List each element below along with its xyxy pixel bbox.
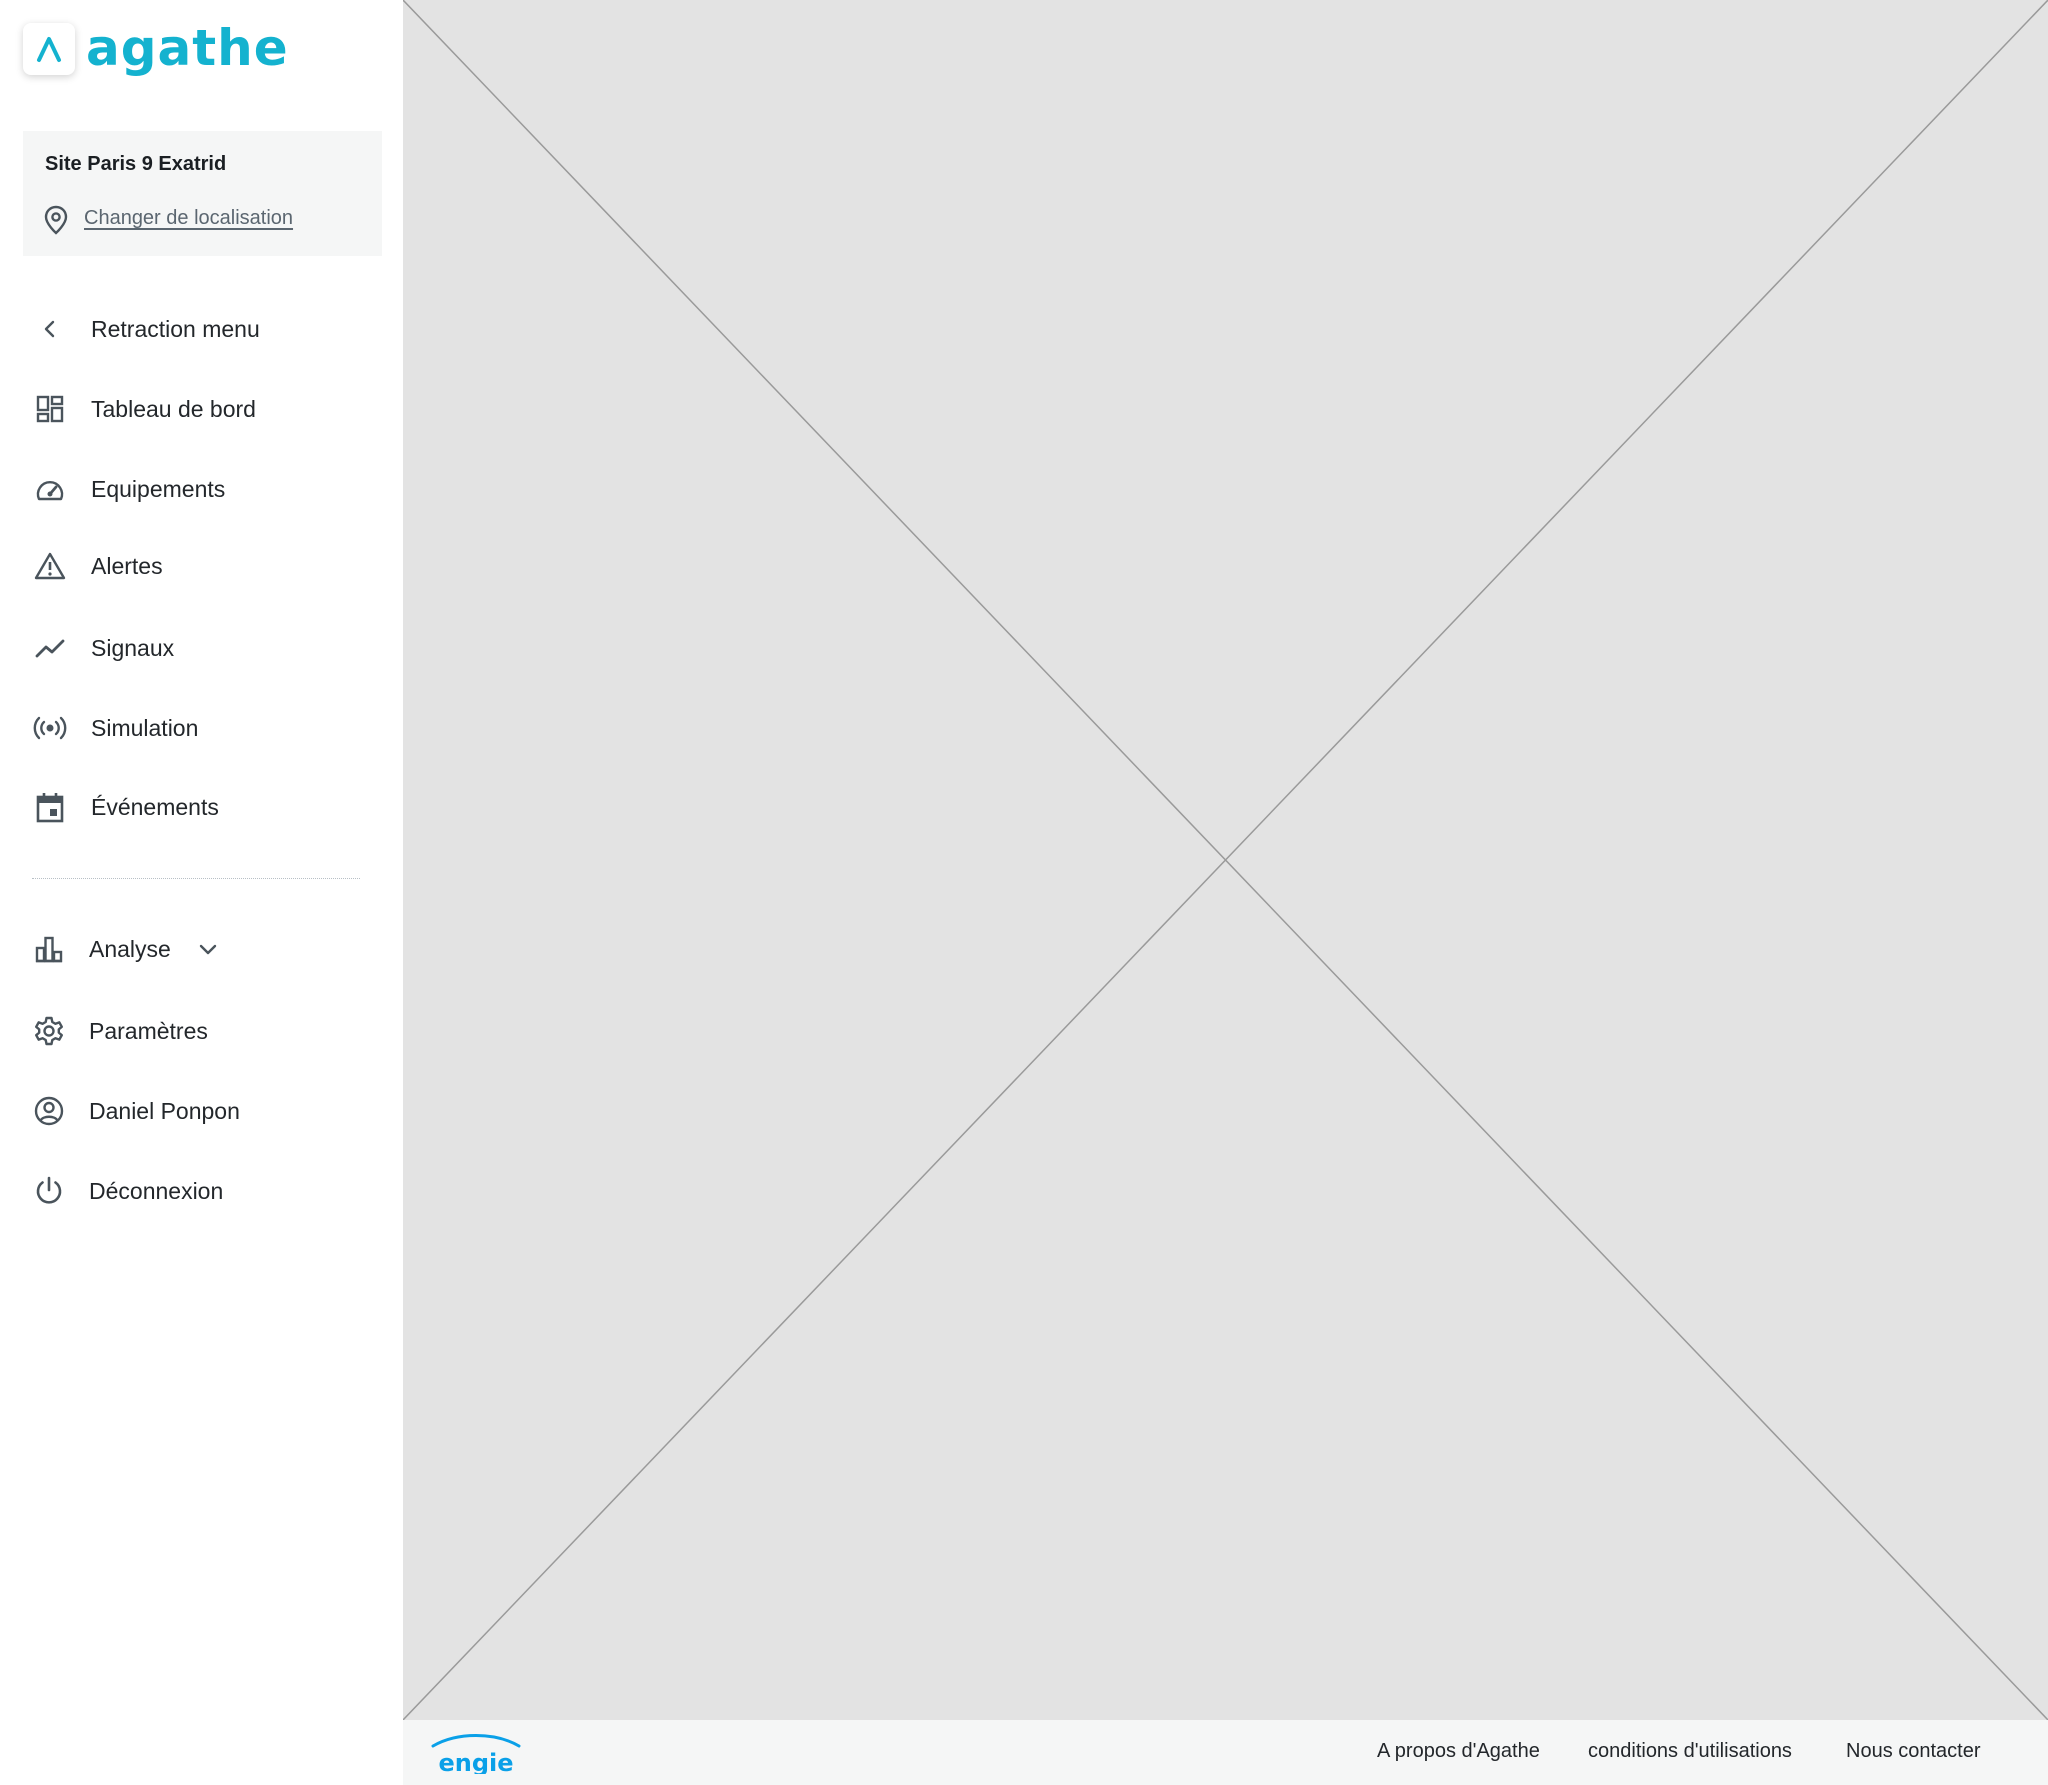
trend-icon [32, 630, 68, 666]
account-circle-icon [31, 1093, 67, 1129]
sidebar-item-analysis[interactable]: Analyse [0, 921, 380, 977]
location-pin-icon [41, 204, 71, 241]
nav-label-logout: Déconnexion [89, 1177, 224, 1204]
calendar-icon [32, 789, 68, 825]
agathe-logo-icon[interactable] [23, 23, 75, 75]
sidebar-item-signals[interactable]: Signaux [0, 620, 380, 676]
nav-label-analysis: Analyse [89, 935, 171, 962]
nav-label-events: Événements [91, 793, 219, 820]
nav-label-retraction: Retraction menu [91, 315, 260, 342]
engie-wordmark: engie [438, 1749, 513, 1774]
gauge-icon [32, 471, 68, 507]
nav-label-signals: Signaux [91, 634, 175, 661]
broadcast-icon [32, 710, 68, 746]
engie-logo[interactable]: engie [427, 1734, 525, 1779]
chevron-down-icon[interactable] [196, 937, 220, 966]
footer: engie A propos d'Agathe conditions d'uti… [403, 1720, 2048, 1785]
logout-button[interactable]: Déconnexion [0, 1163, 380, 1219]
change-location-link[interactable]: Changer de localisation [84, 207, 293, 230]
sidebar-item-simulation[interactable]: Simulation [0, 700, 380, 756]
warning-icon [32, 548, 68, 584]
site-name: Site Paris 9 Exatrid [45, 153, 227, 175]
sidebar-item-settings[interactable]: Paramètres [0, 1003, 380, 1059]
about-link[interactable]: A propos d'Agathe [1377, 1740, 1540, 1763]
terms-link[interactable]: conditions d'utilisations [1588, 1740, 1792, 1763]
sidebar-divider [32, 878, 360, 879]
nav-label-simulation: Simulation [91, 714, 199, 741]
nav-label-user: Daniel Ponpon [89, 1097, 240, 1124]
sidebar: agathe Site Paris 9 Exatrid Changer de l… [0, 0, 403, 1785]
chevron-left-icon [32, 311, 68, 347]
nav-label-settings: Paramètres [89, 1017, 208, 1044]
site-card: Site Paris 9 Exatrid Changer de localisa… [23, 131, 382, 256]
sidebar-item-user[interactable]: Daniel Ponpon [0, 1083, 380, 1139]
retraction-menu-button[interactable]: Retraction menu [0, 301, 380, 357]
bar-chart-icon [31, 931, 67, 967]
main-content-placeholder [403, 0, 2048, 1720]
contact-link[interactable]: Nous contacter [1846, 1740, 1981, 1763]
nav-label-alerts: Alertes [91, 552, 163, 579]
sidebar-item-equipments[interactable]: Equipements [0, 461, 380, 517]
brand-name[interactable]: agathe [86, 18, 289, 78]
placeholder-cross [403, 0, 2048, 1720]
power-icon [31, 1173, 67, 1209]
sidebar-item-dashboard[interactable]: Tableau de bord [0, 381, 380, 437]
nav-label-equipments: Equipements [91, 475, 226, 502]
gear-icon [31, 1013, 67, 1049]
dashboard-icon [32, 391, 68, 427]
nav-label-dashboard: Tableau de bord [91, 395, 256, 422]
sidebar-item-alerts[interactable]: Alertes [0, 538, 380, 594]
sidebar-item-events[interactable]: Événements [0, 779, 380, 835]
